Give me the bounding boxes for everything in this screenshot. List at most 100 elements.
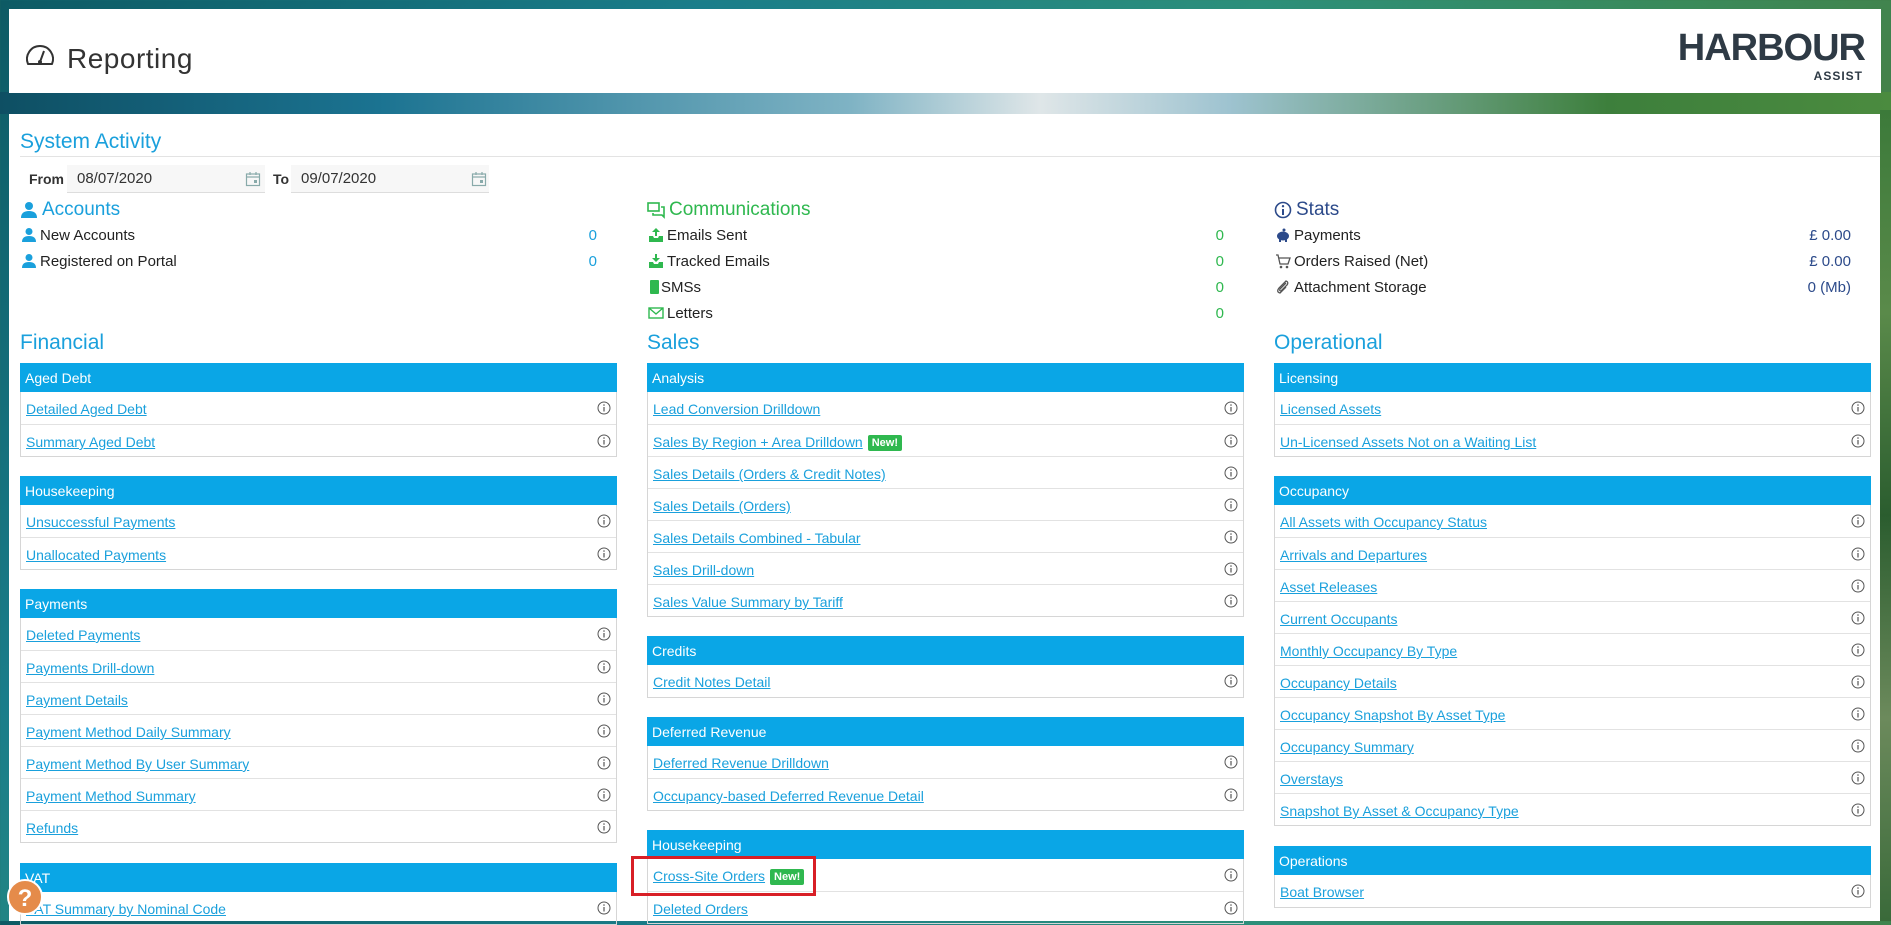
info-icon[interactable] [597, 788, 611, 802]
report-row: Sales Details (Orders) [648, 488, 1243, 520]
report-link-lead-conversion-drilldown[interactable]: Lead Conversion Drilldown [653, 401, 820, 417]
report-link-sales-drill-down[interactable]: Sales Drill-down [653, 562, 754, 578]
report-link-credit-notes-detail[interactable]: Credit Notes Detail [653, 674, 771, 690]
report-row: Un-Licensed Assets Not on a Waiting List [1275, 424, 1870, 456]
report-link-sales-details-combined-tabular[interactable]: Sales Details Combined - Tabular [653, 530, 861, 546]
info-icon[interactable] [1851, 771, 1865, 785]
report-row: Sales Value Summary by Tariff [648, 584, 1243, 616]
panel-vat: VAT VAT Summary by Nominal Code [20, 863, 617, 925]
report-link-deferred-revenue-drilldown[interactable]: Deferred Revenue Drilldown [653, 755, 829, 771]
report-link-payment-method-by-user-summary[interactable]: Payment Method By User Summary [26, 756, 249, 772]
info-icon[interactable] [597, 514, 611, 528]
report-link-all-assets-with-occupancy-status[interactable]: All Assets with Occupancy Status [1280, 514, 1487, 530]
info-icon[interactable] [1224, 401, 1238, 415]
info-icon[interactable] [597, 756, 611, 770]
report-row: Overstays [1275, 761, 1870, 793]
stats-header: Stats [1274, 198, 1871, 222]
report-link-asset-releases[interactable]: Asset Releases [1280, 579, 1377, 595]
report-row: Deferred Revenue Drilldown [648, 746, 1243, 778]
stat-row-orders-raised: Orders Raised (Net) £ 0.00 [1274, 248, 1871, 274]
report-link-snapshot-by-asset-occupancy-type[interactable]: Snapshot By Asset & Occupancy Type [1280, 803, 1519, 819]
panel-header: Payments [20, 589, 617, 618]
report-row: Unallocated Payments [21, 537, 616, 569]
report-link-sales-details-orders[interactable]: Sales Details (Orders) [653, 498, 791, 514]
info-icon[interactable] [597, 901, 611, 915]
page-header: Reporting HARBOUR ASSIST [9, 9, 1881, 93]
report-link-arrivals-and-departures[interactable]: Arrivals and Departures [1280, 547, 1427, 563]
info-icon[interactable] [1224, 788, 1238, 802]
report-link-payments-drill-down[interactable]: Payments Drill-down [26, 660, 154, 676]
info-icon[interactable] [597, 692, 611, 706]
info-icon[interactable] [1224, 755, 1238, 769]
calendar-icon[interactable] [245, 171, 261, 187]
report-link-unlicensed-assets-not-on-waiting-list[interactable]: Un-Licensed Assets Not on a Waiting List [1280, 434, 1536, 450]
info-icon[interactable] [1851, 675, 1865, 689]
info-icon[interactable] [1851, 547, 1865, 561]
to-label: To [273, 171, 290, 187]
info-icon[interactable] [1851, 884, 1865, 898]
info-icon[interactable] [1224, 434, 1238, 448]
report-link-detailed-aged-debt[interactable]: Detailed Aged Debt [26, 401, 147, 417]
report-link-boat-browser[interactable]: Boat Browser [1280, 884, 1364, 900]
panel-header: Housekeeping [20, 476, 617, 505]
report-link-deleted-payments[interactable]: Deleted Payments [26, 627, 140, 643]
info-icon[interactable] [1851, 643, 1865, 657]
info-icon[interactable] [597, 724, 611, 738]
info-icon[interactable] [1224, 868, 1238, 882]
info-icon[interactable] [597, 547, 611, 561]
info-icon[interactable] [597, 401, 611, 415]
report-row: Deleted Orders [648, 891, 1243, 923]
info-icon[interactable] [1851, 803, 1865, 817]
chat-bubbles-icon [647, 202, 665, 219]
report-link-current-occupants[interactable]: Current Occupants [1280, 611, 1398, 627]
report-link-summary-aged-debt[interactable]: Summary Aged Debt [26, 434, 155, 450]
help-button[interactable]: ? [7, 879, 43, 915]
info-icon[interactable] [1224, 674, 1238, 688]
report-link-occupancy-based-deferred-revenue-detail[interactable]: Occupancy-based Deferred Revenue Detail [653, 788, 924, 804]
info-icon[interactable] [597, 627, 611, 641]
info-icon[interactable] [1224, 530, 1238, 544]
report-link-licensed-assets[interactable]: Licensed Assets [1280, 401, 1381, 417]
info-icon[interactable] [1851, 514, 1865, 528]
info-icon[interactable] [597, 660, 611, 674]
info-icon[interactable] [1851, 611, 1865, 625]
info-icon[interactable] [1224, 466, 1238, 480]
report-link-monthly-occupancy-by-type[interactable]: Monthly Occupancy By Type [1280, 643, 1457, 659]
from-date-input[interactable] [67, 165, 265, 193]
report-link-unallocated-payments[interactable]: Unallocated Payments [26, 547, 166, 563]
info-icon[interactable] [1851, 707, 1865, 721]
sales-title: Sales [647, 331, 700, 354]
report-link-sales-by-region-area-drilldown[interactable]: Sales By Region + Area Drilldown [653, 434, 863, 450]
info-icon[interactable] [1224, 594, 1238, 608]
info-icon[interactable] [1224, 562, 1238, 576]
panel-header: Operations [1274, 846, 1871, 875]
report-link-occupancy-summary[interactable]: Occupancy Summary [1280, 739, 1414, 755]
report-link-cross-site-orders[interactable]: Cross-Site Orders [653, 868, 765, 884]
info-icon[interactable] [1851, 434, 1865, 448]
report-link-sales-value-summary-by-tariff[interactable]: Sales Value Summary by Tariff [653, 594, 843, 610]
paperclip-icon [1277, 280, 1289, 294]
report-link-occupancy-details[interactable]: Occupancy Details [1280, 675, 1397, 691]
report-link-payment-method-daily-summary[interactable]: Payment Method Daily Summary [26, 724, 231, 740]
panel-header: VAT [20, 863, 617, 892]
to-date-input[interactable] [291, 165, 489, 193]
report-link-unsuccessful-payments[interactable]: Unsuccessful Payments [26, 514, 175, 530]
panel-payments: Payments Deleted Payments Payments Drill… [20, 589, 617, 843]
report-link-deleted-orders[interactable]: Deleted Orders [653, 901, 748, 917]
report-link-payment-method-summary[interactable]: Payment Method Summary [26, 788, 196, 804]
info-icon[interactable] [597, 434, 611, 448]
info-icon[interactable] [1224, 901, 1238, 915]
info-icon[interactable] [597, 820, 611, 834]
info-icon[interactable] [1851, 401, 1865, 415]
info-icon[interactable] [1851, 579, 1865, 593]
info-icon[interactable] [1851, 739, 1865, 753]
info-icon[interactable] [1224, 498, 1238, 512]
report-link-sales-details-orders-credit-notes[interactable]: Sales Details (Orders & Credit Notes) [653, 466, 886, 482]
report-link-overstays[interactable]: Overstays [1280, 771, 1343, 787]
report-link-payment-details[interactable]: Payment Details [26, 692, 128, 708]
calendar-icon[interactable] [471, 171, 487, 187]
report-link-vat-summary-by-nominal-code[interactable]: VAT Summary by Nominal Code [26, 901, 226, 917]
report-link-occupancy-snapshot-by-asset-type[interactable]: Occupancy Snapshot By Asset Type [1280, 707, 1505, 723]
panel-header: Housekeeping [647, 830, 1244, 859]
report-link-refunds[interactable]: Refunds [26, 820, 78, 836]
